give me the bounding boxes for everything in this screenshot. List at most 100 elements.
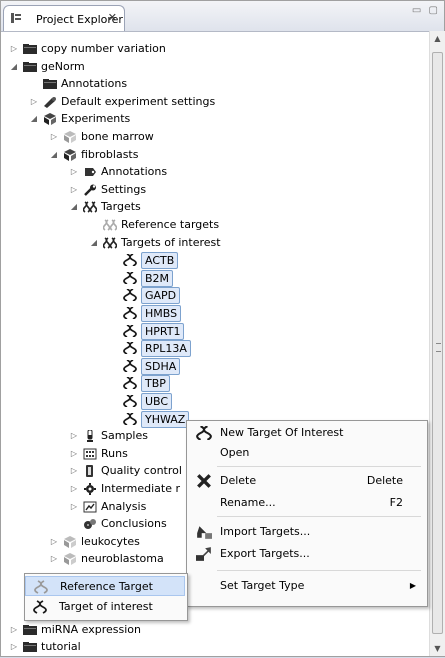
experiment-gray-icon [64, 553, 76, 566]
scroll-thumb[interactable] [432, 52, 443, 634]
menu-item-new-target-of-interest[interactable]: New Target Of Interest [187, 423, 425, 443]
target-icon [123, 324, 137, 337]
target-icon [123, 377, 137, 390]
experiments-icon [44, 113, 56, 126]
submenu-item-reference-target[interactable]: Reference Target [25, 576, 185, 596]
tree-row[interactable]: ▷ Annotations [1, 163, 429, 181]
menu-item-shortcut: F2 [389, 496, 403, 509]
target-icon [123, 412, 137, 425]
tree-row[interactable]: ▷ Settings [1, 181, 429, 199]
menu-item-rename[interactable]: Rename... F2 [187, 493, 425, 513]
view-tab-bar: Project Explorer ✕ ▭ ▢ [1, 1, 444, 32]
folder-icon [23, 61, 37, 72]
samples-icon [87, 430, 93, 443]
tree-row-label: Runs [101, 446, 128, 460]
menu-item-open[interactable]: Open [187, 443, 425, 463]
tree-row-label: geNorm [41, 59, 85, 73]
expand-twisty-icon[interactable]: ▷ [9, 638, 19, 656]
tree-row-label: HMBS [141, 305, 182, 322]
expand-twisty-icon[interactable]: ▷ [49, 550, 59, 568]
tree-row-label: Reference targets [121, 218, 220, 231]
menu-item-import-targets[interactable]: Import Targets... [187, 522, 425, 542]
tree-row-label: Analysis [101, 499, 147, 513]
reference-targets-icon [103, 219, 117, 231]
delete-icon [197, 474, 211, 488]
set-target-type-submenu: Reference Target Target of interest [24, 573, 188, 621]
folder-icon [23, 642, 37, 653]
export-icon [196, 547, 211, 561]
collapse-twisty-icon[interactable]: ◢ [89, 234, 99, 252]
tree-row[interactable]: ▷ miRNA expression [1, 621, 429, 639]
tree-row[interactable]: ▷ copy number variation [1, 40, 429, 58]
folder-icon [23, 624, 37, 635]
scroll-up-arrow-icon[interactable]: ▲ [430, 31, 445, 46]
tree-row-label: Experiments [61, 112, 131, 126]
expand-twisty-icon[interactable]: ▷ [69, 427, 79, 445]
target-row-selected[interactable]: SDHA [1, 357, 429, 375]
tree-row-label: Default experiment settings [61, 94, 216, 108]
collapse-twisty-icon[interactable]: ◢ [29, 110, 39, 128]
expand-twisty-icon[interactable]: ▷ [69, 181, 79, 199]
expand-twisty-icon[interactable]: ▷ [49, 128, 59, 146]
tree-row[interactable]: ▷ Default experiment settings [1, 93, 429, 111]
expand-twisty-icon[interactable]: ▷ [49, 533, 59, 551]
vertical-scrollbar[interactable]: ▲ ▼ [429, 31, 445, 656]
submenu-item-label: Reference Target [60, 580, 153, 593]
submenu-item-target-of-interest[interactable]: Target of interest [25, 597, 185, 617]
target-row-selected[interactable]: HMBS [1, 304, 429, 322]
scroll-down-arrow-icon[interactable]: ▼ [430, 641, 445, 656]
targets-of-interest-icon [103, 236, 117, 249]
tree-row[interactable]: Reference targets [1, 216, 429, 234]
tree-row[interactable]: ▷ bone marrow [1, 128, 429, 146]
minimize-maximize-icon[interactable]: ▭ ▢ [412, 5, 440, 16]
menu-separator [217, 516, 421, 517]
tree-row[interactable]: Annotations [1, 75, 429, 93]
runs-icon [83, 448, 97, 460]
close-icon[interactable]: ✕ [108, 11, 117, 24]
target-row-selected[interactable]: GAPD [1, 286, 429, 305]
menu-item-label: Import Targets... [220, 525, 311, 538]
experiment-icon [64, 148, 76, 161]
expand-twisty-icon[interactable]: ▷ [69, 445, 79, 463]
targets-icon [83, 201, 97, 214]
target-row-selected[interactable]: TBP [1, 374, 429, 393]
tree-row-label: Targets [101, 200, 141, 214]
tree-row-label: copy number variation [41, 42, 166, 55]
target-row-selected[interactable]: UBC [1, 392, 429, 410]
collapse-twisty-icon[interactable]: ◢ [9, 58, 19, 76]
target-row-selected[interactable]: ACTB [1, 251, 429, 270]
target-icon [123, 307, 137, 319]
collapse-twisty-icon[interactable]: ◢ [49, 146, 59, 164]
tree-row[interactable]: ◢ Experiments [1, 110, 429, 128]
collapse-twisty-icon[interactable]: ◢ [69, 198, 79, 216]
analysis-icon [83, 501, 97, 513]
conclusions-icon [84, 519, 96, 530]
tree-row[interactable]: ▷ tutorial [1, 638, 429, 656]
tree-row[interactable]: ◢ fibroblasts [1, 146, 429, 164]
tree-row[interactable]: ◢ geNorm [1, 58, 429, 76]
folder-icon [23, 44, 37, 54]
menu-item-export-targets[interactable]: Export Targets... [187, 544, 425, 564]
tab-project-explorer[interactable]: Project Explorer ✕ [3, 5, 125, 31]
menu-item-delete[interactable]: Delete Delete [187, 471, 425, 491]
tree-row[interactable]: ◢ Targets [1, 198, 429, 216]
settings-icon [44, 96, 56, 108]
target-row-selected[interactable]: B2M [1, 269, 429, 287]
tree-row-label: B2M [141, 269, 174, 287]
expand-twisty-icon[interactable]: ▷ [29, 93, 39, 111]
quality-control-icon [86, 465, 93, 478]
menu-item-set-target-type[interactable]: Set Target Type ▶ [187, 576, 425, 596]
expand-twisty-icon[interactable]: ▷ [69, 462, 79, 480]
target-of-interest-icon [33, 600, 47, 614]
expand-twisty-icon[interactable]: ▷ [69, 163, 79, 181]
target-row-selected[interactable]: RPL13A [1, 339, 429, 358]
target-icon [123, 289, 137, 302]
expand-twisty-icon[interactable]: ▷ [69, 480, 79, 498]
expand-twisty-icon[interactable]: ▷ [69, 498, 79, 516]
expand-twisty-icon[interactable]: ▷ [9, 621, 19, 639]
target-row-selected[interactable]: HPRT1 [1, 322, 429, 340]
menu-item-label: Rename... [220, 496, 276, 509]
expand-twisty-icon[interactable]: ▷ [9, 40, 19, 58]
tree-row[interactable]: ◢ Targets of interest [1, 234, 429, 252]
submenu-arrow-icon: ▶ [409, 581, 416, 590]
